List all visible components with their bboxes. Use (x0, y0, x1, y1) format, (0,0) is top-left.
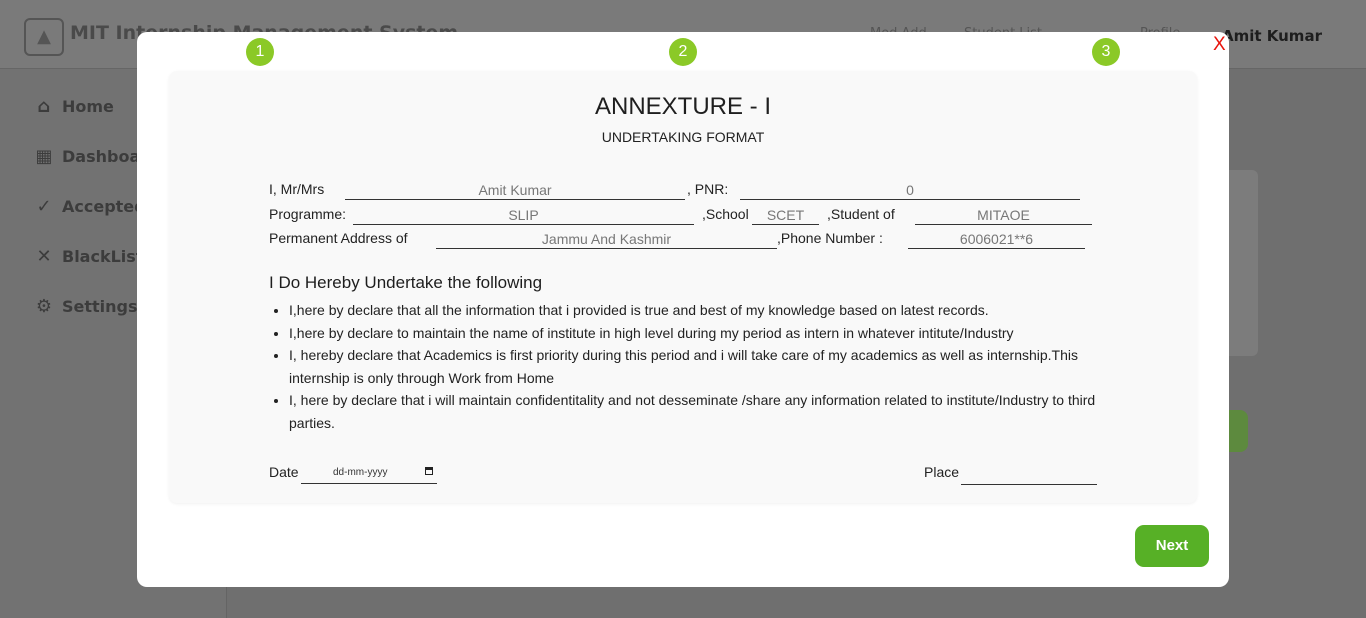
school-field[interactable]: SCET (752, 206, 819, 225)
name-label: I, Mr/Mrs (269, 181, 325, 197)
sidebar-item-blacklist[interactable]: ✕ BlackList (32, 243, 143, 269)
sidebar-item-settings[interactable]: ⚙ Settings (32, 293, 138, 319)
home-icon: ⌂ (37, 95, 51, 117)
date-input[interactable]: dd-mm-yyyy (301, 463, 437, 484)
declaration-item: I, here by declare that i will maintain … (289, 389, 1109, 434)
student-of-field[interactable]: MITAOE (915, 206, 1092, 225)
step-2-badge[interactable]: 2 (669, 38, 697, 66)
logo-icon: ▲ (24, 18, 64, 56)
pnr-field[interactable]: 0 (740, 181, 1080, 200)
document-title: ANNEXTURE - I (594, 93, 771, 120)
name-field[interactable]: Amit Kumar (345, 181, 685, 200)
undertaking-modal: X 1 2 3 ANNEXTURE - I UNDERTAKING FORMAT… (137, 32, 1229, 587)
undertake-heading: I Do Hereby Undertake the following (269, 273, 543, 292)
calendar-icon[interactable] (425, 467, 433, 475)
programme-field[interactable]: SLIP (353, 206, 694, 225)
sidebar-item-accepted[interactable]: ✓ Accepted (32, 193, 146, 219)
annexture-card: ANNEXTURE - I UNDERTAKING FORMAT I, Mr/M… (169, 71, 1197, 503)
programme-label: Programme: (269, 206, 347, 222)
close-button[interactable]: X (1213, 34, 1226, 56)
x-icon: ✕ (36, 245, 52, 267)
student-of-label: ,Student of (827, 206, 895, 222)
declaration-list: I,here by declare that all the informati… (269, 299, 1109, 434)
school-label: ,School (702, 206, 749, 222)
declaration-item: I,here by declare to maintain the name o… (289, 322, 1109, 345)
sidebar-item-label: Home (62, 96, 114, 116)
date-label: Date (269, 464, 299, 480)
grid-icon: ▦ (35, 145, 53, 167)
user-name[interactable]: Amit Kumar (1222, 27, 1322, 45)
sidebar-item-label: BlackList (62, 246, 144, 266)
phone-field[interactable]: 6006021**6 (908, 230, 1085, 249)
declaration-item: I, hereby declare that Academics is firs… (289, 344, 1109, 389)
sidebar-item-label: Settings (62, 296, 138, 316)
gear-icon: ⚙ (35, 295, 53, 317)
address-field[interactable]: Jammu And Kashmir (436, 230, 777, 249)
sidebar-item-home[interactable]: ⌂ Home (32, 93, 114, 119)
check-icon: ✓ (36, 195, 52, 217)
document-subtitle: UNDERTAKING FORMAT (601, 129, 765, 145)
step-3-badge[interactable]: 3 (1092, 38, 1120, 66)
sidebar-item-label: Accepted (62, 196, 146, 216)
date-placeholder: dd-mm-yyyy (333, 467, 388, 478)
step-1-badge[interactable]: 1 (246, 38, 274, 66)
address-label: Permanent Address of (269, 230, 408, 246)
next-button[interactable]: Next (1135, 525, 1209, 567)
place-input[interactable] (961, 465, 1097, 485)
phone-label: ,Phone Number : (777, 230, 883, 246)
declaration-item: I,here by declare that all the informati… (289, 299, 1109, 322)
pnr-label: , PNR: (687, 181, 729, 197)
place-label: Place (924, 464, 960, 480)
